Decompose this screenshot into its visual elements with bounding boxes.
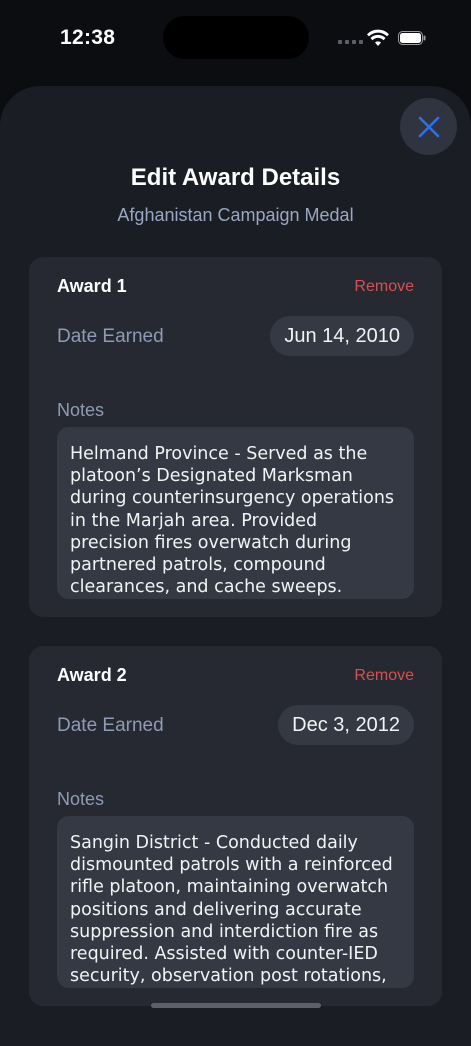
wifi-icon [367,29,389,46]
date-picker-button[interactable]: Dec 3, 2012 [278,705,414,745]
notes-textarea[interactable]: Helmand Province - Served as the platoon… [57,427,414,599]
notes-text: Sangin District - Conducted daily dismou… [70,833,393,987]
remove-award-button[interactable]: Remove [354,278,414,296]
notes-textarea[interactable]: Sangin District - Conducted daily dismou… [57,816,414,988]
close-x-icon [418,116,439,137]
status-time: 12:38 [60,26,116,49]
award-card: Award 1 Remove Date Earned Jun 14, 2010 … [29,257,442,617]
remove-award-button[interactable]: Remove [354,667,414,685]
medal-name: Afghanistan Campaign Medal [117,205,354,225]
home-indicator[interactable] [151,1003,321,1008]
award-title: Award 2 [57,665,127,685]
notes-text: Helmand Province - Served as the platoon… [70,444,395,598]
date-earned-label: Date Earned [57,715,164,736]
cellular-signal-icon [338,40,363,44]
award-title: Award 1 [57,276,127,296]
award-card: Award 2 Remove Date Earned Dec 3, 2012 N… [29,646,442,1006]
dynamic-island [163,16,309,59]
date-picker-button[interactable]: Jun 14, 2010 [270,316,414,356]
notes-label: Notes [57,400,105,420]
notes-label: Notes [57,789,105,809]
sheet-title: Edit Award Details [130,164,341,191]
close-button[interactable] [400,98,457,155]
status-bar: 12:38 [0,0,471,80]
battery-icon [398,31,426,45]
date-earned-label: Date Earned [57,326,164,347]
